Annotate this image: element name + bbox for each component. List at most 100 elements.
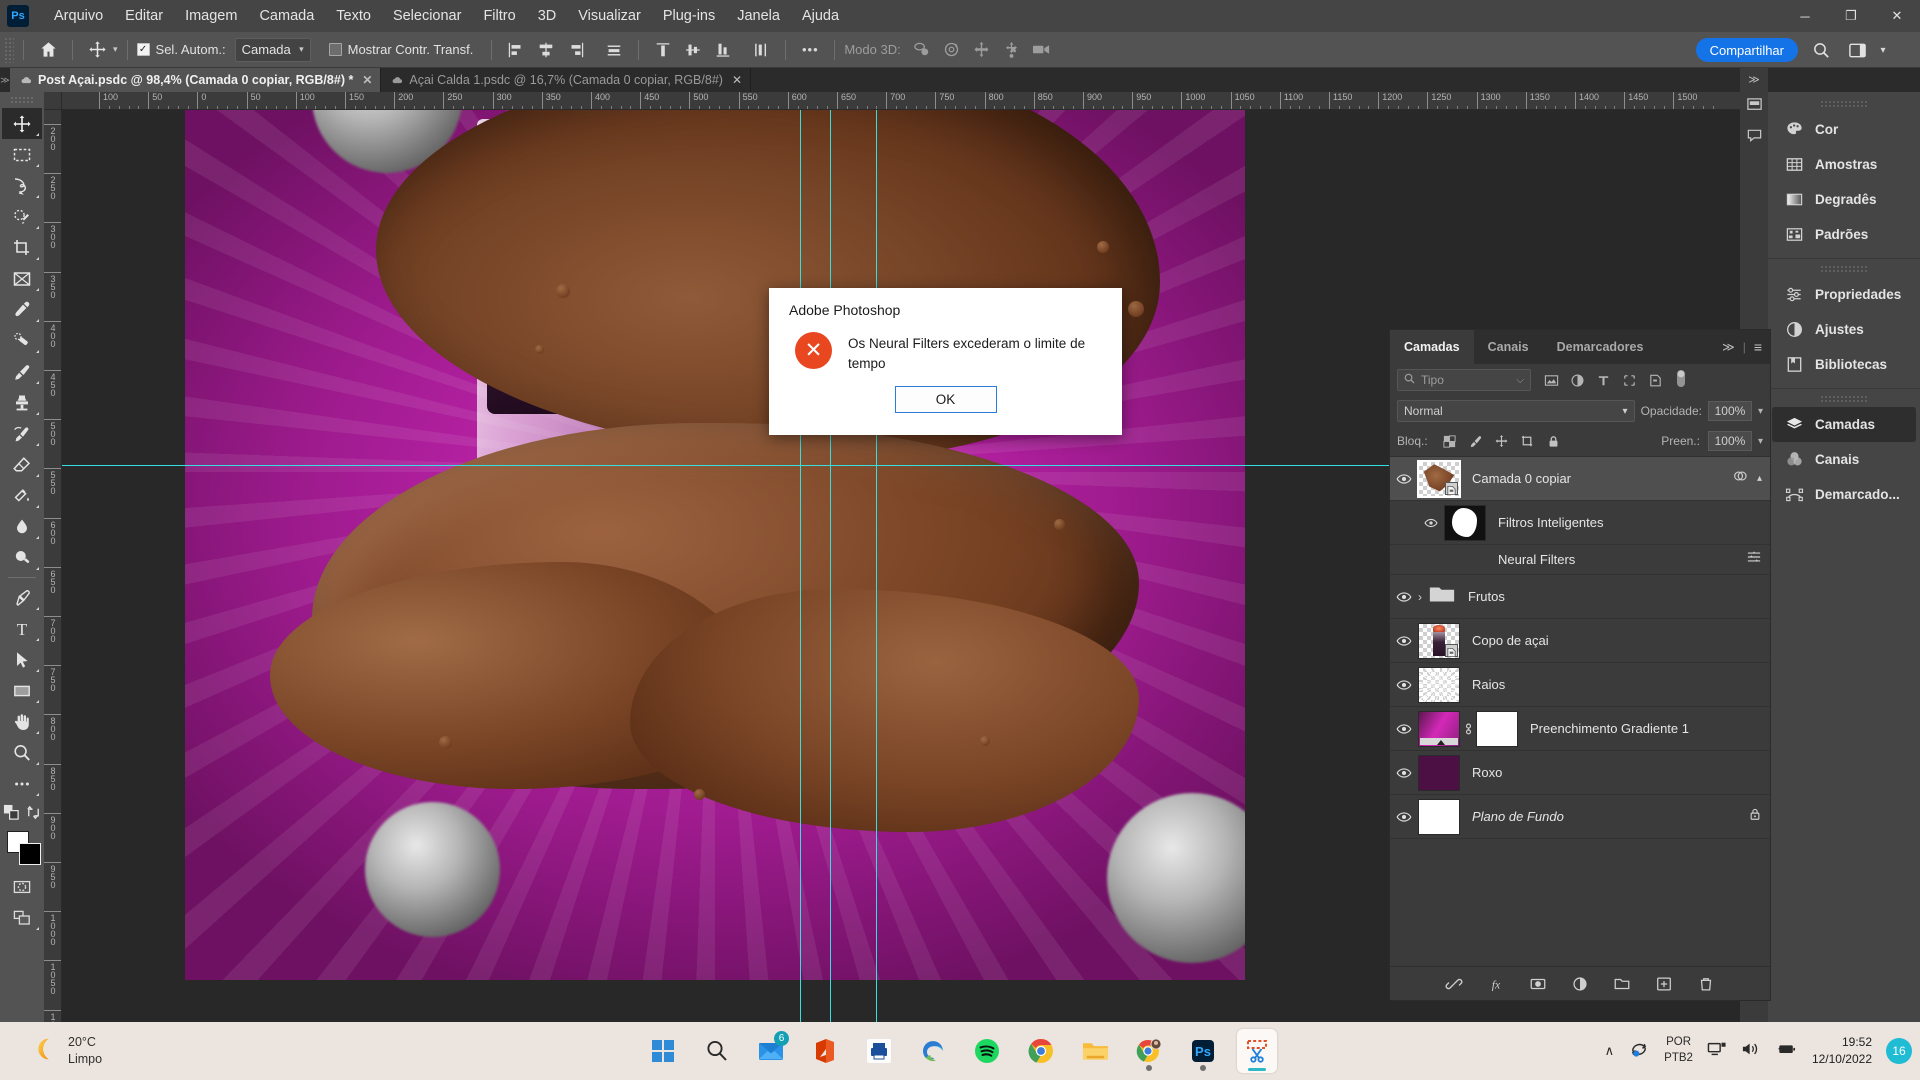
object-selection-tool[interactable] [2, 201, 42, 232]
table-row[interactable]: Raios [1390, 663, 1770, 707]
layer-visibility-toggle[interactable] [1390, 751, 1418, 795]
share-button[interactable]: Compartilhar [1695, 38, 1798, 62]
pen-tool[interactable] [2, 582, 42, 613]
dock-item-ajustes[interactable]: Ajustes [1772, 312, 1916, 347]
rectangle-tool[interactable] [2, 675, 42, 706]
pixel-layer-filter-icon[interactable] [1539, 369, 1563, 391]
link-icon[interactable] [1460, 721, 1476, 737]
clone-stamp-tool[interactable] [2, 387, 42, 418]
table-row[interactable]: Camada 0 copiar ▴ [1390, 457, 1770, 501]
close-icon[interactable]: ✕ [362, 73, 372, 87]
auto-select-checkbox[interactable]: ✓ [136, 43, 150, 56]
home-icon[interactable] [33, 36, 63, 64]
dodge-tool[interactable] [2, 542, 42, 573]
quick-mask-toggle[interactable] [2, 871, 42, 902]
eraser-tool[interactable] [2, 449, 42, 480]
document-tab-post-acai[interactable]: Post Açai.psdc @ 98,4% (Camada 0 copiar,… [10, 68, 382, 92]
align-bottom-edges-icon[interactable] [708, 36, 738, 64]
collapse-chevron-icon[interactable]: ▴ [1757, 473, 1762, 484]
menu-texto[interactable]: Texto [325, 3, 382, 29]
table-row[interactable]: › Frutos [1390, 575, 1770, 619]
camera-3d-icon[interactable] [1027, 36, 1057, 64]
add-mask-icon[interactable] [1528, 974, 1548, 994]
chrome-browser[interactable] [1021, 1029, 1061, 1073]
layer-name[interactable]: Preenchimento Gradiente 1 [1530, 721, 1689, 736]
smart-object-filter-icon[interactable] [1643, 369, 1667, 391]
menu-editar[interactable]: Editar [114, 3, 174, 29]
layer-name[interactable]: Plano de Fundo [1472, 809, 1564, 824]
lock-artboard-icon[interactable] [1516, 430, 1540, 452]
show-transform-checkbox[interactable]: ✓ [328, 43, 342, 56]
options-bar-grip[interactable] [4, 36, 14, 63]
hand-tool[interactable] [2, 706, 42, 737]
file-explorer[interactable] [1075, 1029, 1115, 1073]
auto-select-target-dropdown[interactable]: Camada ▾ [234, 37, 311, 62]
layer-thumbnail[interactable] [1417, 459, 1461, 498]
menu-filtro[interactable]: Filtro [472, 3, 526, 29]
table-row[interactable]: Plano de Fundo [1390, 795, 1770, 839]
dock-item-canais[interactable]: Canais [1772, 442, 1916, 477]
ok-button[interactable]: OK [894, 386, 997, 414]
edge-browser[interactable] [913, 1029, 953, 1073]
mail-app[interactable]: 6 [751, 1029, 791, 1073]
align-left-edges-icon[interactable] [501, 36, 531, 64]
link-layers-icon[interactable] [1444, 974, 1464, 994]
type-tool[interactable]: T [2, 613, 42, 644]
gradient-tool[interactable] [2, 480, 42, 511]
menu-camada[interactable]: Camada [248, 3, 325, 29]
spotify-app[interactable] [967, 1029, 1007, 1073]
layer-name[interactable]: Frutos [1468, 589, 1505, 604]
layer-name[interactable]: Roxo [1472, 765, 1502, 780]
filter-enable-toggle[interactable] [1675, 369, 1687, 391]
onedrive-sync-icon[interactable] [1628, 1039, 1650, 1064]
path-selection-tool[interactable] [2, 644, 42, 675]
distribute-vertical-icon[interactable] [746, 36, 776, 64]
layer-visibility-toggle[interactable] [1390, 619, 1418, 663]
volume-icon[interactable] [1741, 1040, 1761, 1063]
battery-charging-icon[interactable] [1775, 1040, 1798, 1063]
office-app[interactable] [805, 1029, 845, 1073]
eyedropper-tool[interactable] [2, 294, 42, 325]
history-brush-tool[interactable] [2, 418, 42, 449]
screen-mode-toggle[interactable] [2, 902, 42, 933]
roll-3d-icon[interactable] [937, 36, 967, 64]
move-tool[interactable] [2, 108, 42, 139]
layer-name[interactable]: Camada 0 copiar [1472, 471, 1571, 486]
align-horizontal-centers-icon[interactable] [531, 36, 561, 64]
adjustment-layer-filter-icon[interactable] [1565, 369, 1589, 391]
layer-name[interactable]: Filtros Inteligentes [1498, 515, 1604, 530]
new-layer-icon[interactable] [1654, 974, 1674, 994]
snipping-tool[interactable] [1237, 1029, 1277, 1073]
blend-mode-dropdown[interactable]: Normal ▾ [1397, 400, 1635, 422]
dock-item-demarcadores[interactable]: Demarcado... [1772, 477, 1916, 512]
table-row[interactable]: Roxo [1390, 751, 1770, 795]
color-swatch-strip-icon[interactable] [1740, 90, 1768, 120]
close-button[interactable]: ✕ [1874, 0, 1920, 32]
dock-item-padroes[interactable]: Padrões [1772, 217, 1916, 252]
dock-grip[interactable] [1820, 100, 1868, 109]
dock-item-degrades[interactable]: Degradês [1772, 182, 1916, 217]
table-row[interactable]: Filtros Inteligentes [1390, 501, 1770, 545]
layer-name[interactable]: Neural Filters [1498, 552, 1575, 567]
expand-panels-icon[interactable]: ≫ [1740, 68, 1768, 90]
menu-ajuda[interactable]: Ajuda [791, 3, 850, 29]
new-adjustment-icon[interactable] [1570, 974, 1590, 994]
show-hidden-icons-chevron[interactable]: ∧ [1605, 1043, 1615, 1059]
layer-thumbnail[interactable] [1418, 622, 1460, 659]
vertical-ruler[interactable]: 200 250 300 350 400 450 500 550 600 650 700 750 800 8… [44, 110, 62, 1048]
layer-visibility-toggle[interactable] [1390, 663, 1418, 707]
photoshop-app[interactable]: Ps [1183, 1029, 1223, 1073]
vertical-guide[interactable] [876, 110, 877, 1048]
dock-item-cor[interactable]: Cor [1772, 112, 1916, 147]
menu-visualizar[interactable]: Visualizar [567, 3, 652, 29]
distribute-horizontal-icon[interactable] [599, 36, 629, 64]
type-layer-filter-icon[interactable] [1591, 369, 1615, 391]
slide-3d-icon[interactable] [997, 36, 1027, 64]
zoom-tool[interactable] [2, 737, 42, 768]
lock-icon[interactable] [1748, 806, 1762, 827]
dock-item-amostras[interactable]: Amostras [1772, 147, 1916, 182]
filter-settings-icon[interactable] [1746, 550, 1762, 569]
tab-camadas[interactable]: Camadas [1390, 330, 1474, 364]
layer-visibility-toggle[interactable] [1390, 707, 1418, 751]
layer-mask-thumbnail[interactable] [1476, 710, 1518, 747]
